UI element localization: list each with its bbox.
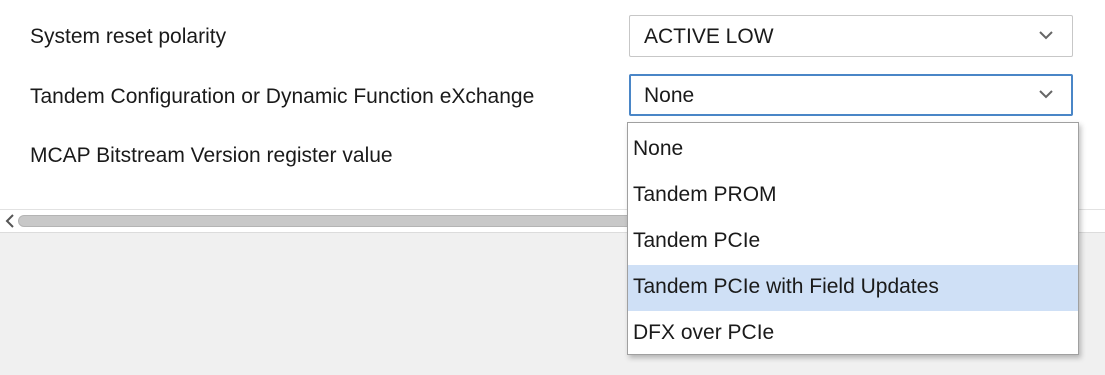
tandem-configuration-select[interactable]: None xyxy=(629,74,1073,116)
option-tandem-prom[interactable]: Tandem PROM xyxy=(628,173,1078,219)
chevron-down-icon xyxy=(1039,31,1053,40)
select-value: None xyxy=(644,84,695,107)
select-value: ACTIVE LOW xyxy=(644,25,774,48)
tandem-configuration-dropdown-list: None Tandem PROM Tandem PCIe Tandem PCIe… xyxy=(627,122,1079,355)
option-dfx-over-pcie[interactable]: DFX over PCIe xyxy=(628,311,1078,357)
chevron-left-icon[interactable] xyxy=(4,213,16,229)
system-reset-polarity-select[interactable]: ACTIVE LOW xyxy=(629,15,1073,57)
chevron-down-icon xyxy=(1039,90,1053,99)
label-tandem-configuration: Tandem Configuration or Dynamic Function… xyxy=(30,85,535,108)
label-system-reset-polarity: System reset polarity xyxy=(30,25,227,48)
option-tandem-pcie-with-field-updates[interactable]: Tandem PCIe with Field Updates xyxy=(628,265,1078,311)
scrollbar-thumb[interactable] xyxy=(18,215,638,227)
option-none[interactable]: None xyxy=(628,127,1078,173)
label-mcap-bitstream-version: MCAP Bitstream Version register value xyxy=(30,144,393,167)
option-tandem-pcie[interactable]: Tandem PCIe xyxy=(628,219,1078,265)
